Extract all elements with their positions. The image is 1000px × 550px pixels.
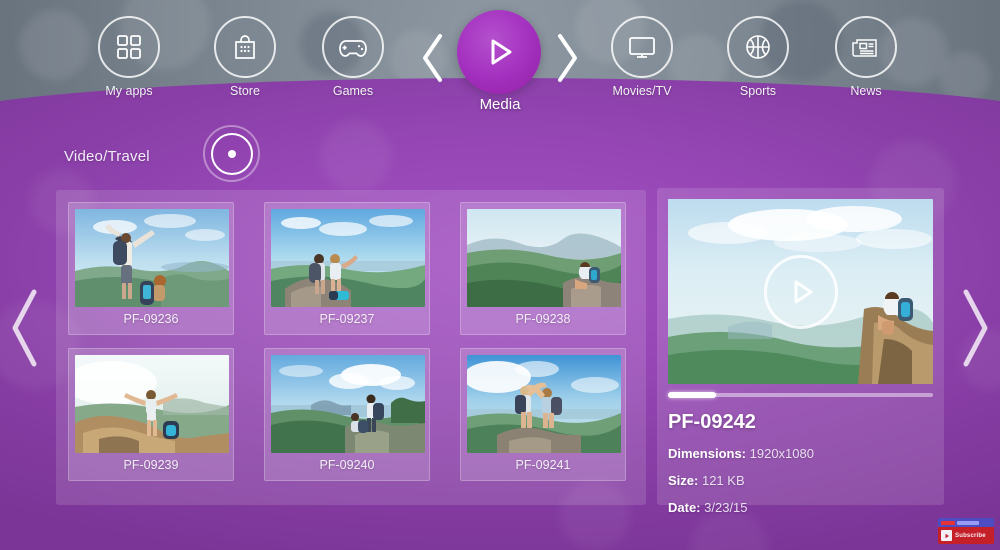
thumbnail-image [75, 209, 229, 307]
playback-progress-fill [668, 392, 716, 398]
thumbnail-grid-panel: PF-09236 PF-09237 PF-09238 PF-09239 PF-0… [56, 190, 646, 505]
thumbnail-caption: PF-09241 [515, 458, 571, 472]
television-icon [611, 16, 673, 78]
thumbnail-caption: PF-09238 [515, 312, 571, 326]
detail-field-size: Size: 121 KB [668, 473, 933, 488]
media-detail-panel: PF-09242 Dimensions: 1920x1080 Size: 121… [657, 188, 944, 515]
thumbnail-card[interactable]: PF-09238 [460, 202, 626, 335]
nav-item-media-active[interactable] [457, 10, 541, 94]
nav-item-news[interactable]: News [818, 16, 914, 98]
thumbnail-image [271, 209, 425, 307]
thumbnail-card[interactable]: PF-09240 [264, 348, 430, 481]
playback-progress-bar[interactable] [668, 392, 933, 398]
thumbnail-caption: PF-09236 [123, 312, 179, 326]
nav-item-games[interactable]: Games [305, 16, 401, 98]
nav-prev-chevron[interactable] [418, 32, 448, 84]
thumbnail-image [75, 355, 229, 453]
detail-field-date: Date: 3/23/15 [668, 500, 933, 515]
play-triangle-icon [784, 275, 818, 309]
thumbnail-card[interactable]: PF-09239 [68, 348, 234, 481]
field-key: Size: [668, 473, 699, 488]
detail-title: PF-09242 [668, 411, 756, 433]
thumbnail-image [271, 355, 425, 453]
main-navigation: My apps Store Games Movies/TV Sports New… [0, 0, 1000, 120]
nav-label: Store [230, 84, 260, 98]
field-value: 121 KB [701, 473, 745, 488]
record-circle-ring [210, 132, 253, 175]
page-next-chevron[interactable] [958, 287, 992, 369]
field-value: 3/23/15 [704, 500, 748, 515]
thumbnail-caption: PF-09240 [319, 458, 375, 472]
thumbnail-caption: PF-09237 [319, 312, 375, 326]
thumbnail-card[interactable]: PF-09241 [460, 348, 626, 481]
play-triangle-icon [479, 32, 519, 72]
watermark-subscribe-bar[interactable]: Subscribe [938, 527, 994, 544]
apps-grid-icon [98, 16, 160, 78]
nav-item-my-apps[interactable]: My apps [81, 16, 177, 98]
nav-label: Sports [739, 84, 777, 98]
play-button-overlay[interactable] [763, 254, 838, 329]
subscribe-watermark[interactable]: Subscribe [938, 518, 994, 544]
watermark-label: Subscribe [955, 532, 986, 539]
nav-item-movies-tv[interactable]: Movies/TV [594, 16, 690, 98]
record-circle-icon[interactable] [203, 125, 260, 182]
thumbnail-card[interactable]: PF-09237 [264, 202, 430, 335]
thumbnail-caption: PF-09239 [123, 458, 179, 472]
gamepad-icon [322, 16, 384, 78]
field-key: Dimensions: [668, 446, 747, 461]
nav-label: Games [332, 84, 374, 98]
nav-label: News [850, 84, 882, 98]
tv-media-browser: My apps Store Games Movies/TV Sports New… [0, 0, 1000, 550]
field-value: 1920x1080 [749, 446, 814, 461]
page-prev-chevron[interactable] [8, 287, 42, 369]
thumbnail-card[interactable]: PF-09236 [68, 202, 234, 335]
thumbnail-image [467, 355, 621, 453]
nav-next-chevron[interactable] [552, 32, 582, 84]
record-circle-dot [227, 149, 236, 158]
play-badge-icon [941, 530, 952, 541]
nav-item-store[interactable]: Store [197, 16, 293, 98]
video-preview[interactable] [668, 199, 933, 384]
newspaper-icon [835, 16, 897, 78]
watermark-top-bar [938, 518, 994, 527]
nav-label: Movies/TV [612, 84, 672, 98]
basketball-icon [727, 16, 789, 78]
nav-label: My apps [105, 84, 153, 98]
thumbnail-image [467, 209, 621, 307]
shopping-bag-icon [214, 16, 276, 78]
category-label: Video/Travel [64, 148, 150, 165]
detail-field-dimensions: Dimensions: 1920x1080 [668, 446, 933, 461]
field-key: Date: [668, 500, 701, 515]
nav-item-sports[interactable]: Sports [710, 16, 806, 98]
nav-label-media: Media [479, 96, 521, 113]
